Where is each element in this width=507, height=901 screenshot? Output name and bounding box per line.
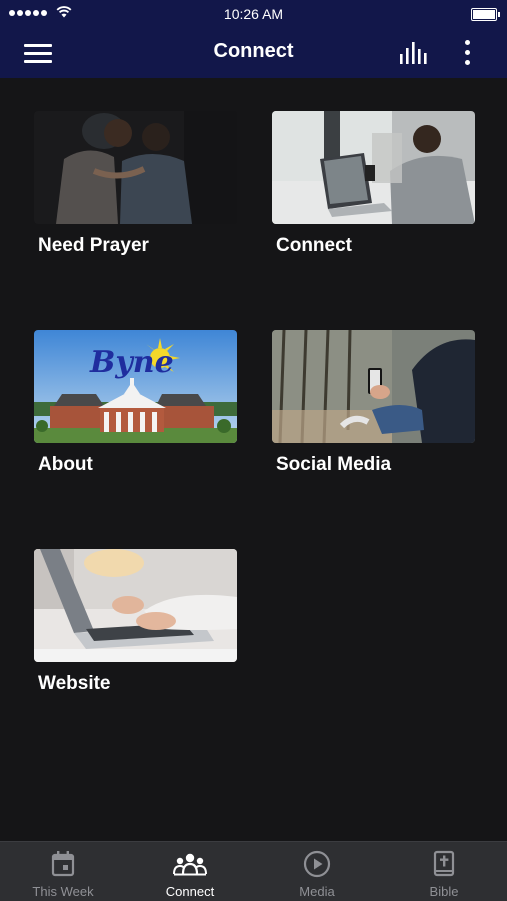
more-vertical-icon[interactable] <box>460 38 476 68</box>
connect-image <box>272 111 475 224</box>
people-group-icon <box>173 853 207 876</box>
need-prayer-image <box>34 111 237 224</box>
nav-bar: Connect <box>0 28 507 78</box>
bottom-tab-bar: This Week Connect Media Bible <box>0 841 507 901</box>
tile-website[interactable]: Website <box>34 549 237 694</box>
battery-icon <box>471 8 500 21</box>
tab-label: Media <box>299 884 335 899</box>
tab-media[interactable]: Media <box>254 842 380 901</box>
bar-chart-icon[interactable] <box>398 40 432 66</box>
website-image <box>34 549 237 662</box>
tile-label: About <box>38 454 93 475</box>
tab-label: Bible <box>429 884 459 899</box>
bible-icon <box>433 850 455 877</box>
calendar-icon <box>51 851 75 877</box>
tile-social-media[interactable]: Social Media <box>272 330 475 475</box>
tile-need-prayer[interactable]: Need Prayer <box>34 111 237 256</box>
status-bar: 10:26 AM <box>0 0 507 28</box>
byne-logo: Byne <box>89 345 174 380</box>
tile-about[interactable]: Byne About <box>34 330 237 475</box>
tile-connect[interactable]: Connect <box>272 111 475 256</box>
tab-connect[interactable]: Connect <box>127 842 253 901</box>
about-image: Byne <box>34 330 237 443</box>
tab-bible[interactable]: Bible <box>381 842 507 901</box>
tab-label: Connect <box>165 884 215 899</box>
tab-this-week[interactable]: This Week <box>0 842 126 901</box>
play-circle-icon <box>303 850 331 878</box>
tile-label: Website <box>38 673 111 694</box>
tile-label: Need Prayer <box>38 235 149 256</box>
status-time: 10:26 AM <box>223 6 284 22</box>
tile-label: Connect <box>276 235 352 256</box>
tile-label: Social Media <box>276 454 392 475</box>
social-media-image <box>272 330 475 443</box>
tab-label: This Week <box>32 884 94 899</box>
